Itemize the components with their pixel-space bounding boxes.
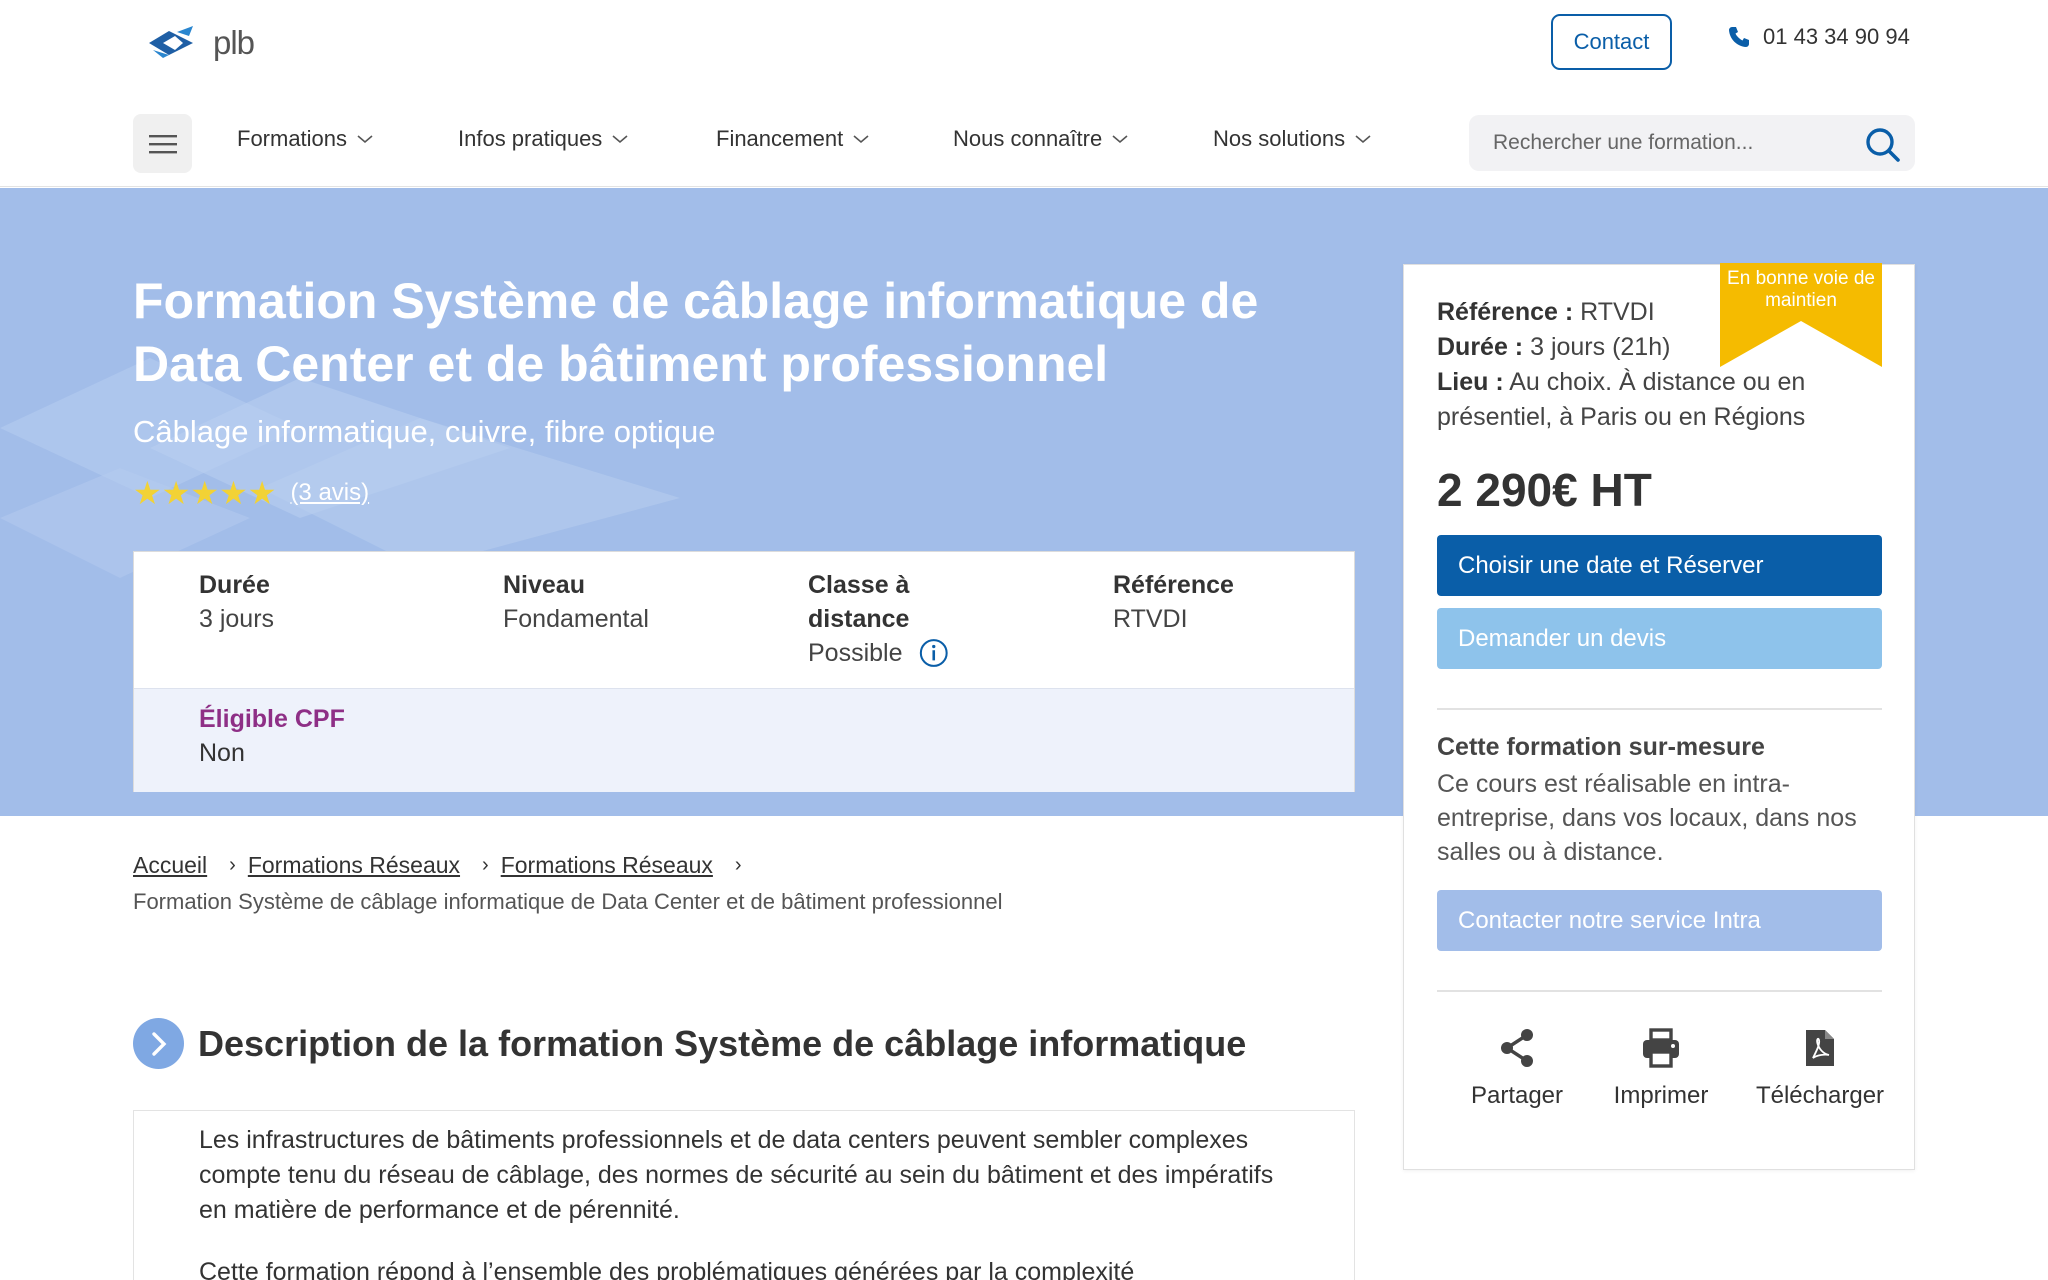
breadcrumb-link-subcategory[interactable]: Formations Réseaux [501, 852, 713, 879]
nav-item-label: Formations [237, 126, 348, 151]
course-info-row: Durée 3 jours Niveau Fondamental Classe … [134, 552, 1354, 688]
nav-item-nos-solutions[interactable]: Nos solutions [1213, 126, 1371, 152]
info-duration: Durée 3 jours [199, 568, 274, 636]
logo-icon [149, 26, 193, 58]
cpf-row: Éligible CPF Non [134, 688, 1354, 792]
info-remote-value-row: Possible [808, 636, 948, 670]
info-icon[interactable] [919, 637, 949, 669]
cpf-value: Non [199, 739, 245, 767]
description-paragraph: Cette formation répond à l’ensemble des … [199, 1258, 1135, 1280]
print-label: Imprimer [1613, 1082, 1709, 1109]
menu-button[interactable] [133, 114, 192, 173]
contact-intra-button[interactable]: Contacter notre service Intra [1437, 890, 1882, 951]
info-remote: Classe à distance Possible [808, 568, 948, 670]
search-icon [1866, 128, 1900, 162]
share-label: Partager [1470, 1082, 1564, 1109]
main-nav: Formations Infos pratiques Financement N… [0, 86, 2048, 187]
quote-button[interactable]: Demander un devis [1437, 608, 1882, 669]
info-duration-value: 3 jours [199, 605, 275, 633]
description-heading: Description de la formation Système de c… [133, 1018, 1246, 1069]
share-action[interactable]: Partager [1462, 1028, 1572, 1110]
cpf-label: Éligible CPF [199, 705, 345, 733]
description-paragraph: Les infrastructures de bâtiments profess… [199, 1126, 1274, 1224]
card-reference: Référence : RTVDI [1437, 295, 1867, 330]
breadcrumb-link-home[interactable]: Accueil [133, 852, 207, 879]
logo-text: plb [213, 24, 255, 61]
card-reference-label: Référence : [1437, 298, 1574, 326]
custom-training-title: Cette formation sur-mesure [1437, 733, 1765, 761]
search-input[interactable] [1493, 131, 1843, 155]
breadcrumb: Accueil › Formations Réseaux › Formation… [133, 852, 754, 879]
card-location-label: Lieu : [1437, 368, 1504, 396]
rating: ★★★★★ (3 avis) [133, 474, 369, 512]
info-reference: Référence RTVDI [1113, 568, 1234, 636]
info-remote-label: Classe à distance [808, 571, 910, 633]
info-duration-label: Durée [199, 571, 270, 599]
nav-item-formations[interactable]: Formations [237, 126, 373, 152]
info-reference-value: RTVDI [1113, 605, 1188, 633]
info-level-value: Fondamental [503, 605, 649, 633]
card-location: Lieu : Au choix. À distance ou en présen… [1437, 365, 1867, 435]
phone-icon [1729, 27, 1749, 47]
contact-button[interactable]: Contact [1551, 14, 1672, 70]
download-label: Télécharger [1755, 1082, 1885, 1109]
breadcrumb-separator: › [734, 854, 742, 876]
description-title: Description de la formation Système de c… [198, 1022, 1247, 1064]
chevron-down-icon [853, 135, 869, 144]
search-bar [1469, 115, 1915, 171]
book-button[interactable]: Choisir une date et Réserver [1437, 535, 1882, 596]
hamburger-icon [148, 134, 177, 153]
divider [1437, 990, 1882, 992]
chevron-down-icon [612, 135, 628, 144]
share-icon [1501, 1029, 1533, 1067]
nav-item-financement[interactable]: Financement [716, 126, 869, 152]
phone-link[interactable]: 01 43 34 90 94 [1727, 24, 1910, 50]
pdf-icon [1806, 1030, 1834, 1066]
reviews-link[interactable]: (3 avis) [290, 479, 369, 507]
chevron-down-icon [1355, 135, 1371, 144]
card-reference-value: RTVDI [1580, 298, 1655, 326]
chevron-down-icon [1112, 135, 1128, 144]
info-reference-label: Référence [1113, 571, 1234, 599]
card-duration: Durée : 3 jours (21h) [1437, 330, 1867, 365]
nav-item-label: Infos pratiques [458, 126, 603, 151]
breadcrumb-separator: › [482, 854, 489, 876]
top-bar: plb Contact 01 43 34 90 94 [0, 0, 2048, 86]
nav-item-nous-connaitre[interactable]: Nous connaître [953, 126, 1128, 152]
custom-training-text: Ce cours est réalisable en intra-entrepr… [1437, 770, 1857, 866]
card-meta: Référence : RTVDI Durée : 3 jours (21h) … [1437, 295, 1867, 435]
page-title: Formation Système de câblage informatiqu… [133, 273, 1259, 392]
info-level: Niveau Fondamental [503, 568, 649, 636]
divider [1437, 708, 1882, 710]
course-info-box: Durée 3 jours Niveau Fondamental Classe … [133, 551, 1355, 792]
price: 2 290€ HT [1437, 464, 1652, 516]
description-box: Les infrastructures de bâtiments profess… [133, 1110, 1355, 1280]
card-duration-value: 3 jours (21h) [1530, 333, 1671, 361]
card-duration-label: Durée : [1437, 333, 1524, 361]
nav-item-infos-pratiques[interactable]: Infos pratiques [458, 126, 628, 152]
nav-item-label: Nous connaître [953, 126, 1103, 151]
page-subtitle: Câblage informatique, cuivre, fibre opti… [133, 414, 716, 449]
search-button[interactable] [1865, 127, 1900, 162]
info-remote-value: Possible [808, 639, 903, 667]
breadcrumb-current: Formation Système de câblage informatiqu… [133, 889, 1003, 914]
logo[interactable]: plb [143, 24, 255, 62]
breadcrumb-separator: › [229, 854, 236, 876]
info-level-label: Niveau [503, 571, 585, 599]
download-action[interactable]: Télécharger [1740, 1028, 1900, 1110]
booking-card: En bonne voie de maintien Référence : RT… [1403, 263, 1915, 1170]
chevron-down-icon [357, 135, 373, 144]
rating-stars: ★★★★★ [133, 475, 277, 511]
phone-number: 01 43 34 90 94 [1763, 24, 1910, 49]
nav-item-label: Financement [716, 126, 844, 151]
chevron-right-icon [133, 1018, 184, 1069]
print-icon [1643, 1028, 1679, 1068]
print-action[interactable]: Imprimer [1606, 1028, 1716, 1110]
nav-item-label: Nos solutions [1213, 126, 1346, 151]
breadcrumb-link-category[interactable]: Formations Réseaux [248, 852, 460, 879]
